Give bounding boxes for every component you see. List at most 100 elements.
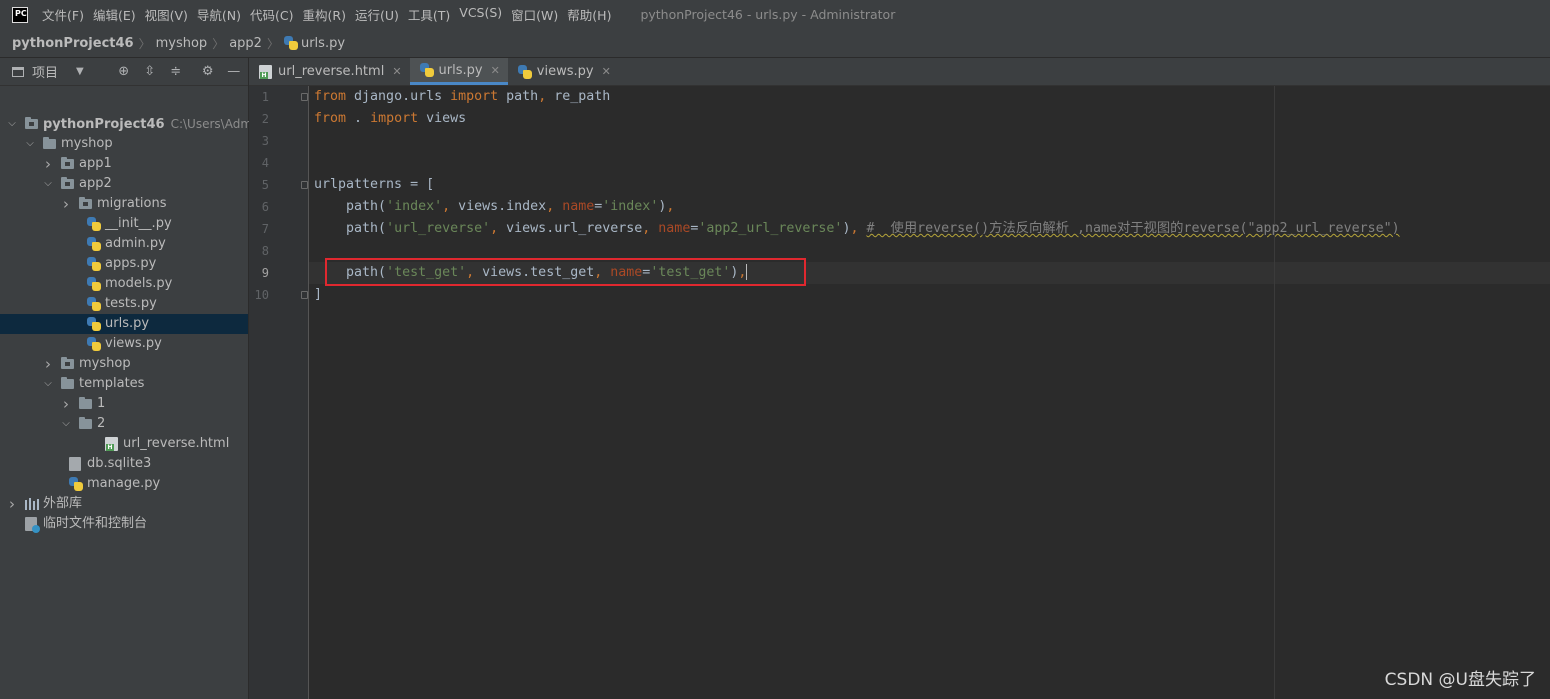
menu-item[interactable]: 窗口(W) xyxy=(511,5,558,24)
close-icon[interactable]: ✕ xyxy=(602,65,611,78)
menu-item[interactable]: 重构(R) xyxy=(303,5,346,24)
code-line: from . import views xyxy=(314,108,466,130)
tree-item-label: views.py xyxy=(105,334,162,354)
menu-item[interactable]: VCS(S) xyxy=(459,5,502,24)
tree-item-text: url_reverse.html xyxy=(123,436,230,451)
menu-item[interactable]: 运行(U) xyxy=(355,5,399,24)
tree-item[interactable]: manage.py xyxy=(0,474,248,494)
tree-item[interactable]: ⌵ myshop xyxy=(0,134,248,154)
chevron-down-icon[interactable]: ⌵ xyxy=(43,174,53,194)
menu-item[interactable]: 编辑(E) xyxy=(93,5,136,24)
tree-item[interactable]: apps.py xyxy=(0,254,248,274)
tree-item-label: 2 xyxy=(97,414,105,434)
tree-item[interactable]: › app1 xyxy=(0,154,248,174)
menu-item[interactable]: 导航(N) xyxy=(197,5,241,24)
breadcrumb-separator: 〉 xyxy=(212,36,225,51)
chevron-right-icon[interactable]: › xyxy=(43,354,53,374)
view-dropdown-icon[interactable]: ▼ xyxy=(76,66,84,77)
tree-item-text: migrations xyxy=(97,196,167,211)
locate-file-icon[interactable]: ⊕ xyxy=(116,64,132,80)
folder-icon xyxy=(61,377,74,389)
breadcrumb-project[interactable]: pythonProject46 xyxy=(12,36,134,51)
menu-item[interactable]: 文件(F) xyxy=(42,5,84,24)
tree-item[interactable]: views.py xyxy=(0,334,248,354)
project-view-label[interactable]: 项目 xyxy=(32,62,58,81)
tree-item-label: myshop xyxy=(61,134,113,154)
editor-tab[interactable]: views.py ✕ xyxy=(508,58,619,85)
close-icon[interactable]: ✕ xyxy=(491,64,500,77)
tree-item-label: apps.py xyxy=(105,254,156,274)
breadcrumb-urls-py[interactable]: urls.py xyxy=(301,36,345,51)
fold-marker-icon[interactable] xyxy=(301,291,308,299)
line-number: 1 xyxy=(261,90,269,104)
line-number: 9 xyxy=(261,266,269,280)
tree-item[interactable]: ⌵ templates xyxy=(0,374,248,394)
code-token: , xyxy=(442,199,451,214)
tree-item[interactable]: db.sqlite3 xyxy=(0,454,248,474)
tree-item[interactable]: ⌵ app2 xyxy=(0,174,248,194)
close-icon[interactable]: ✕ xyxy=(392,65,401,78)
code-editor[interactable]: from django.urls import path, re_path fro… xyxy=(309,86,1550,699)
editor-tab[interactable]: url_reverse.html ✕ xyxy=(249,58,410,85)
menu-item[interactable]: 视图(V) xyxy=(145,5,188,24)
chevron-down-icon[interactable]: ⌵ xyxy=(43,374,53,394)
folder-icon xyxy=(43,137,56,149)
tree-item-label: templates xyxy=(79,374,144,394)
tree-item[interactable]: url_reverse.html xyxy=(0,434,248,454)
tree-item-label: 外部库 xyxy=(43,494,82,514)
line-number: 8 xyxy=(261,244,269,258)
code-token: django.urls xyxy=(346,89,451,104)
folder-icon xyxy=(79,197,92,209)
chevron-right-icon[interactable]: › xyxy=(7,494,17,514)
chevron-down-icon[interactable]: ⌵ xyxy=(25,134,35,154)
python-file-icon xyxy=(87,217,101,231)
tree-item[interactable]: __init__.py xyxy=(0,214,248,234)
tree-item[interactable]: urls.py xyxy=(0,314,248,334)
tree-item[interactable]: ⌵ 2 xyxy=(0,414,248,434)
code-token: path( xyxy=(314,199,387,214)
tree-item[interactable]: › migrations xyxy=(0,194,248,214)
hide-icon[interactable]: — xyxy=(226,64,242,80)
breadcrumb-app2[interactable]: app2 xyxy=(229,36,262,51)
code-token: , xyxy=(490,221,499,236)
chevron-right-icon[interactable]: › xyxy=(61,194,71,214)
code-token: from xyxy=(314,89,347,104)
tree-item[interactable]: models.py xyxy=(0,274,248,294)
tree-item[interactable]: admin.py xyxy=(0,234,248,254)
breadcrumb-myshop[interactable]: myshop xyxy=(156,36,208,51)
menu-item[interactable]: 帮助(H) xyxy=(567,5,611,24)
fold-marker-icon[interactable] xyxy=(301,181,308,189)
chevron-down-icon[interactable]: ⌵ xyxy=(7,114,17,134)
code-token: name xyxy=(562,199,595,214)
chevron-right-icon[interactable]: › xyxy=(61,394,71,414)
pycharm-logo-icon: PC xyxy=(12,6,28,23)
code-token: 'url_reverse' xyxy=(386,221,491,236)
tree-item[interactable]: › myshop xyxy=(0,354,248,374)
tab-label: urls.py xyxy=(438,62,483,78)
collapse-all-icon[interactable]: ≑ xyxy=(168,64,184,80)
code-token: import xyxy=(450,89,499,104)
tree-item[interactable]: tests.py xyxy=(0,294,248,314)
expand-all-icon[interactable]: ⇳ xyxy=(142,64,158,80)
html-file-icon xyxy=(259,64,273,79)
tree-item-text: apps.py xyxy=(105,256,157,271)
fold-marker-icon[interactable] xyxy=(301,93,308,101)
tree-item-label: __init__.py xyxy=(105,214,172,234)
gear-icon[interactable]: ⚙ xyxy=(200,64,216,80)
tree-item[interactable]: 临时文件和控制台 xyxy=(0,514,248,534)
chevron-down-icon[interactable]: ⌵ xyxy=(61,414,71,434)
editor-tab[interactable]: urls.py ✕ xyxy=(409,58,508,85)
code-line: urlpatterns = [ xyxy=(314,174,434,196)
menu-item[interactable]: 代码(C) xyxy=(250,5,293,24)
line-number: 2 xyxy=(261,112,269,126)
tree-item[interactable]: ⌵ pythonProject46 C:\Users\Adminis xyxy=(0,114,273,134)
menu-item[interactable]: 工具(T) xyxy=(408,5,450,24)
tree-item[interactable]: › 外部库 xyxy=(0,494,248,514)
tree-item[interactable]: › 1 xyxy=(0,394,248,414)
tab-label: views.py xyxy=(536,64,594,79)
editor-tab-bar: url_reverse.html ✕ urls.py ✕ views.py ✕ xyxy=(249,58,1550,86)
scratch-console-icon xyxy=(25,517,40,533)
chevron-right-icon[interactable]: › xyxy=(43,154,53,174)
tree-item-text: myshop xyxy=(79,356,131,371)
